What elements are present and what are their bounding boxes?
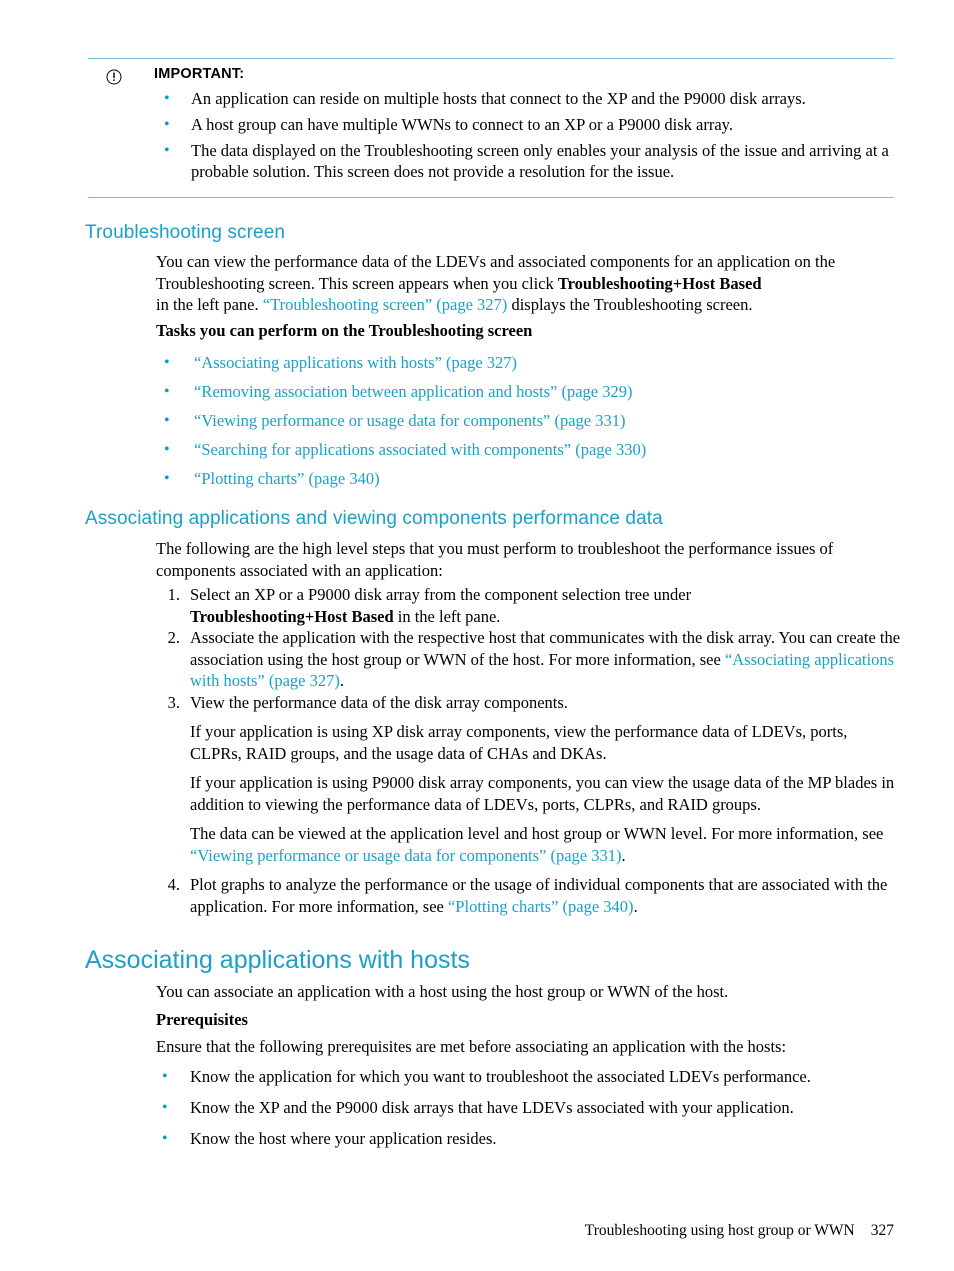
bullet-icon: • [164, 470, 170, 487]
step-text-b: . [339, 671, 344, 690]
cross-reference-link[interactable]: “Troubleshooting screen” (page 327) [263, 295, 508, 314]
bullet-icon: • [164, 354, 170, 371]
step-number: 1. [167, 585, 180, 604]
troubleshooting-screen-paragraph: You can view the performance data of the… [156, 251, 901, 316]
step-3-paragraph-1: If your application is using XP disk arr… [190, 722, 848, 763]
step-text-a: Select an XP or a P9000 disk array from … [190, 585, 692, 604]
link-plotting-charts[interactable]: “Plotting charts” (page 340) [448, 897, 634, 916]
list-item: • The data displayed on the Troubleshooti… [88, 140, 894, 182]
list-item: • “Searching for applications associated … [156, 439, 916, 460]
step-number: 3. [167, 692, 180, 712]
list-item: • Know the XP and the P9000 disk arrays t… [156, 1097, 916, 1118]
bold-host-based: Host Based [314, 606, 394, 626]
list-item-text: The data displayed on the Troubleshootin… [191, 141, 889, 181]
heading-troubleshooting-screen: Troubleshooting screen [85, 222, 286, 243]
list-item: • “Plotting charts” (page 340) [156, 468, 916, 489]
list-item: • Know the application for which you want… [156, 1066, 916, 1087]
list-item-step-3: 3. View the performance data of the disk… [156, 692, 901, 867]
associating-intro-paragraph: The following are the high level steps t… [156, 539, 834, 580]
tasks-subheading: Tasks you can perform on the Troubleshoo… [156, 321, 533, 340]
step-3-paragraph-2: If your application is using P9000 disk … [190, 773, 895, 814]
list-item: • “Removing association between applicati… [156, 381, 916, 402]
list-item-step-4: 4. Plot graphs to analyze the performanc… [156, 874, 901, 917]
link-viewing-performance-data[interactable]: “Viewing performance or usage data for c… [194, 411, 626, 430]
link-removing-association[interactable]: “Removing association between applicatio… [194, 382, 633, 401]
list-item-text: Know the host where your application res… [190, 1129, 497, 1148]
step-3-p3-text-a: The data can be viewed at the applicatio… [190, 824, 884, 843]
list-item: • A host group can have multiple WWNs to … [88, 114, 894, 135]
link-searching-applications[interactable]: “Searching for applications associated w… [194, 440, 646, 459]
step-number: 2. [167, 628, 180, 647]
admonition-title: IMPORTANT: [154, 66, 245, 82]
steps-list: 1. Select an XP or a P9000 disk array fr… [156, 584, 901, 917]
step-3-paragraph-3: The data can be viewed at the applicatio… [190, 823, 901, 866]
link-viewing-performance-data[interactable]: “Viewing performance or usage data for c… [190, 846, 622, 865]
list-item-step-1: 1. Select an XP or a P9000 disk array fr… [156, 584, 901, 627]
task-link-list: • “Associating applications with hosts” (… [156, 352, 916, 497]
link-plotting-charts[interactable]: “Plotting charts” (page 340) [194, 469, 380, 488]
document-page: IMPORTANT: • An application can reside on… [0, 0, 954, 1271]
paragraph-text-c: displays the Troubleshooting screen. [507, 295, 753, 314]
bold-troubleshooting: Troubleshooting [557, 273, 673, 293]
bullet-icon: • [162, 1130, 168, 1147]
list-item: • An application can reside on multiple h… [88, 88, 894, 109]
prerequisites-list: • Know the application for which you want… [156, 1066, 916, 1159]
page-footer: Troubleshooting using host group or WWN 3… [0, 1222, 894, 1240]
step-3-p3-text-b: . [621, 845, 626, 865]
list-item-step-2: 2. Associate the application with the re… [156, 627, 901, 692]
list-item-text: An application can reside on multiple ho… [191, 89, 806, 108]
step-text-b: in the left pane. [393, 606, 501, 626]
admonition-bottom-rule [88, 197, 894, 198]
bold-host-based: Host Based [682, 273, 762, 293]
bullet-icon: • [164, 441, 170, 458]
bullet-icon: • [164, 142, 170, 159]
step-number: 4. [167, 875, 180, 894]
list-item: • Know the host where your application re… [156, 1128, 916, 1149]
admonition-list: • An application can reside on multiple h… [88, 88, 894, 182]
prerequisites-subheading: Prerequisites [156, 1010, 248, 1029]
list-item-text: A host group can have multiple WWNs to c… [191, 115, 733, 134]
footer-text: Troubleshooting using host group or WWN [584, 1222, 855, 1239]
link-associating-applications-with-hosts[interactable]: “Associating applications with hosts” (p… [194, 353, 517, 372]
bullet-icon: • [162, 1099, 168, 1116]
page-number: 327 [870, 1222, 894, 1239]
bullet-icon: • [164, 90, 170, 107]
important-admonition: IMPORTANT: • An application can reside on… [88, 58, 894, 198]
bold-plus: + [304, 606, 315, 626]
list-item-text: Know the XP and the P9000 disk arrays th… [190, 1098, 794, 1117]
paragraph-text-b: in the left pane. [156, 295, 263, 314]
step-text: View the performance data of the disk ar… [190, 692, 568, 712]
prerequisites-intro: Ensure that the following prerequisites … [156, 1037, 787, 1056]
bold-troubleshooting: Troubleshooting [190, 606, 305, 626]
list-item: • “Viewing performance or usage data for … [156, 410, 916, 431]
step-text-b: . [633, 896, 638, 916]
bullet-icon: • [164, 383, 170, 400]
list-item-text: Know the application for which you want … [190, 1067, 811, 1086]
bullet-icon: • [162, 1068, 168, 1085]
bold-plus: + [672, 273, 683, 293]
important-icon [106, 69, 122, 85]
heading-associating-and-viewing: Associating applications and viewing com… [85, 508, 663, 529]
bullet-icon: • [164, 412, 170, 429]
associating-with-hosts-intro: You can associate an application with a … [156, 982, 729, 1001]
heading-associating-applications-with-hosts: Associating applications with hosts [85, 946, 470, 974]
bullet-icon: • [164, 116, 170, 133]
list-item: • “Associating applications with hosts” (… [156, 352, 916, 373]
